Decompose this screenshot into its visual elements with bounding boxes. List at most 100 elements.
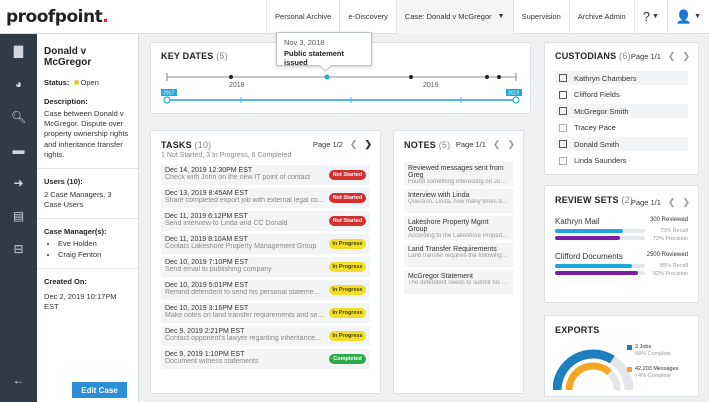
task-row[interactable]: Dec 11, 2019 8:10AM EST Contact Lakeshore… bbox=[161, 234, 370, 254]
custodian-document-icon bbox=[559, 107, 567, 115]
tasks-summary: 1 Not Started, 3 In Progress, 6 Complete… bbox=[161, 152, 292, 159]
next-page-icon[interactable]: ❯ bbox=[507, 139, 515, 150]
custodian-row[interactable]: Tracey Pace bbox=[555, 121, 688, 135]
custodian-row[interactable]: McGregor Smith bbox=[555, 104, 688, 118]
user-menu[interactable]: 👤 ▼ bbox=[666, 0, 709, 34]
caret-down-icon: ▼ bbox=[497, 13, 505, 20]
briefcase-icon[interactable]: ▇ bbox=[0, 34, 37, 67]
next-page-icon[interactable]: ❯ bbox=[682, 197, 690, 208]
help-menu[interactable]: ? ▼ bbox=[633, 0, 667, 34]
edit-case-button[interactable]: Edit Case bbox=[72, 382, 127, 398]
task-status-badge: In Progress bbox=[329, 331, 366, 341]
tab-personal-archive[interactable]: Personal Archive bbox=[266, 0, 339, 34]
custodian-document-icon bbox=[559, 156, 567, 165]
tasks-card: TASKS (10) 1 Not Started, 3 In Progress,… bbox=[150, 130, 381, 394]
custodian-document-icon bbox=[559, 90, 567, 99]
note-title: Land Transfer Requirements bbox=[408, 246, 497, 253]
recall-bar-fill bbox=[555, 229, 623, 233]
task-status-badge: In Progress bbox=[329, 239, 366, 249]
task-row[interactable]: Dec 9, 2019 2:21PM EST Contact opponent's… bbox=[161, 326, 370, 346]
back-arrow-icon[interactable]: ← bbox=[0, 363, 37, 396]
case-status: Status: Open bbox=[44, 78, 99, 87]
task-list: Dec 14, 2019 12:30PM EST Check with John … bbox=[161, 165, 370, 369]
custodian-row[interactable]: Donald Smith bbox=[555, 137, 688, 151]
note-title: McGregor Statement bbox=[408, 273, 473, 280]
custodian-name: Linda Saunders bbox=[574, 156, 627, 165]
review-set-item[interactable]: Clifford Documents 2500 Reviewed 85% Recal… bbox=[555, 252, 688, 277]
search-icon[interactable]: 🔍︎ bbox=[0, 100, 37, 133]
task-row[interactable]: Dec 14, 2019 12:30PM EST Check with John … bbox=[161, 165, 370, 185]
folder-icon[interactable]: ▬ bbox=[0, 133, 37, 166]
proofpoint-logo[interactable]: proofpoint. bbox=[6, 7, 266, 27]
tooltip-date: Nov 3, 2018 bbox=[284, 38, 325, 47]
precision-bar-fill bbox=[555, 236, 620, 240]
custodian-row[interactable]: Clifford Fields bbox=[555, 88, 688, 102]
custodian-list: Kathryn Chambers Clifford Fields McGregor … bbox=[555, 71, 688, 168]
note-row[interactable]: McGregor Statement The defendent needs to… bbox=[404, 270, 513, 294]
task-description: Remind defendent to send his personal st… bbox=[165, 289, 320, 296]
review-set-item[interactable]: Kathryn Mail 300 Reviewed 75% Recall 72% Pr… bbox=[555, 217, 688, 242]
exports-donut-chart[interactable] bbox=[553, 344, 633, 394]
exports-title: EXPORTS bbox=[555, 325, 600, 335]
note-row[interactable]: Lakeshore Property Mgmt Group According t… bbox=[404, 216, 513, 240]
next-page-icon[interactable]: ❯ bbox=[682, 51, 690, 62]
prev-page-icon[interactable]: ❮ bbox=[668, 51, 676, 62]
custodian-document-icon bbox=[559, 74, 567, 82]
note-row[interactable]: Interview with Linda Question. Linda, how… bbox=[404, 189, 513, 213]
key-dates-timeline[interactable]: 2018 2019 2017 2019 bbox=[161, 67, 522, 111]
key-date-marker-selected bbox=[324, 74, 330, 80]
task-row[interactable]: Dec 10, 2019 5:01PM EST Remind defendent … bbox=[161, 280, 370, 300]
custodian-name: Clifford Fields bbox=[574, 90, 620, 99]
year-label: 2019 bbox=[423, 82, 439, 89]
main-nav: Personal Archive e-Discovery Case: Donal… bbox=[266, 0, 709, 34]
custodian-document-icon bbox=[559, 123, 567, 132]
note-title: Reviewed messages sent from Greg bbox=[408, 165, 504, 179]
note-preview: The defendent needs to submit his pape..… bbox=[408, 280, 509, 286]
precision-bar bbox=[555, 271, 645, 275]
task-row[interactable]: Dec 10, 2019 3:16PM EST Make notes on lan… bbox=[161, 303, 370, 323]
custodians-pager: Page 1/1 ❮ ❯ bbox=[630, 51, 690, 62]
note-row[interactable]: Reviewed messages sent from Greg Found so… bbox=[404, 162, 513, 186]
prev-page-icon[interactable]: ❮ bbox=[493, 139, 501, 150]
tab-e-discovery[interactable]: e-Discovery bbox=[339, 0, 396, 34]
range-start-label: 2017 bbox=[163, 91, 174, 97]
prev-page-icon[interactable]: ❮ bbox=[668, 197, 676, 208]
export-icon[interactable]: ➜ bbox=[0, 166, 37, 199]
task-row[interactable]: Dec 10, 2019 7:10PM EST Send email to pub… bbox=[161, 257, 370, 277]
custodian-row[interactable]: Linda Saunders bbox=[555, 154, 688, 168]
key-date-marker bbox=[497, 75, 501, 79]
task-row[interactable]: Dec 9, 2019 1:10PM EST Document witness s… bbox=[161, 349, 370, 369]
note-preview: Land transfer requires the following thi… bbox=[408, 253, 509, 259]
next-page-icon[interactable]: ❯ bbox=[364, 139, 372, 150]
prev-page-icon[interactable]: ❮ bbox=[350, 139, 358, 150]
export-legend-messages: 42,203 Messages 74% Complete bbox=[627, 366, 678, 380]
custodian-row[interactable]: Kathryn Chambers bbox=[555, 71, 688, 85]
tooltip-text: Public statement issued bbox=[284, 49, 345, 67]
task-status-badge: In Progress bbox=[329, 285, 366, 295]
export-legend-jobs: 3 Jobs 68% Complete bbox=[627, 344, 671, 358]
created-value: Dec 2, 2019 10:17PM EST bbox=[44, 292, 117, 312]
tab-archive-admin[interactable]: Archive Admin bbox=[568, 0, 634, 34]
precision-bar-fill bbox=[555, 271, 638, 275]
caret-down-icon: ▼ bbox=[651, 13, 659, 20]
review-icon[interactable]: ▤ bbox=[0, 199, 37, 232]
custodians-card: CUSTODIANS (6) Page 1/1 ❮ ❯ Kathryn Cham… bbox=[544, 42, 699, 175]
review-sets-card: REVIEW SETS (2) Page 1/1 ❮ ❯ Kathryn Mai… bbox=[544, 185, 699, 303]
case-info-panel: Donald v McGregor Status: Open Descripti… bbox=[37, 34, 139, 402]
precision-bar bbox=[555, 236, 645, 240]
description-label: Description: bbox=[44, 97, 88, 107]
tab-case[interactable]: Case: Donald v McGregor ▼ bbox=[395, 0, 513, 34]
task-row[interactable]: Dec 13, 2019 8:45AM EST Share completed e… bbox=[161, 188, 370, 208]
recall-bar-fill bbox=[555, 264, 632, 268]
recall-label: 75% Recall bbox=[660, 228, 688, 234]
dashboard-icon[interactable]: ◕ bbox=[0, 67, 37, 100]
review-sets-pager: Page 1/1 ❮ ❯ bbox=[630, 197, 690, 208]
download-icon[interactable]: ⊟ bbox=[0, 232, 37, 265]
user-icon: 👤 bbox=[675, 8, 693, 24]
task-description: Make notes on land transfer requirements… bbox=[165, 312, 324, 319]
note-row[interactable]: Land Transfer Requirements Land transfer … bbox=[404, 243, 513, 267]
task-description: Contact Lakeshore Property Management Gr… bbox=[165, 243, 317, 250]
task-row[interactable]: Dec 11, 2019 6:12PM EST Send interview to… bbox=[161, 211, 370, 231]
tab-supervision[interactable]: Supervision bbox=[512, 0, 569, 34]
key-date-marker bbox=[229, 75, 233, 79]
